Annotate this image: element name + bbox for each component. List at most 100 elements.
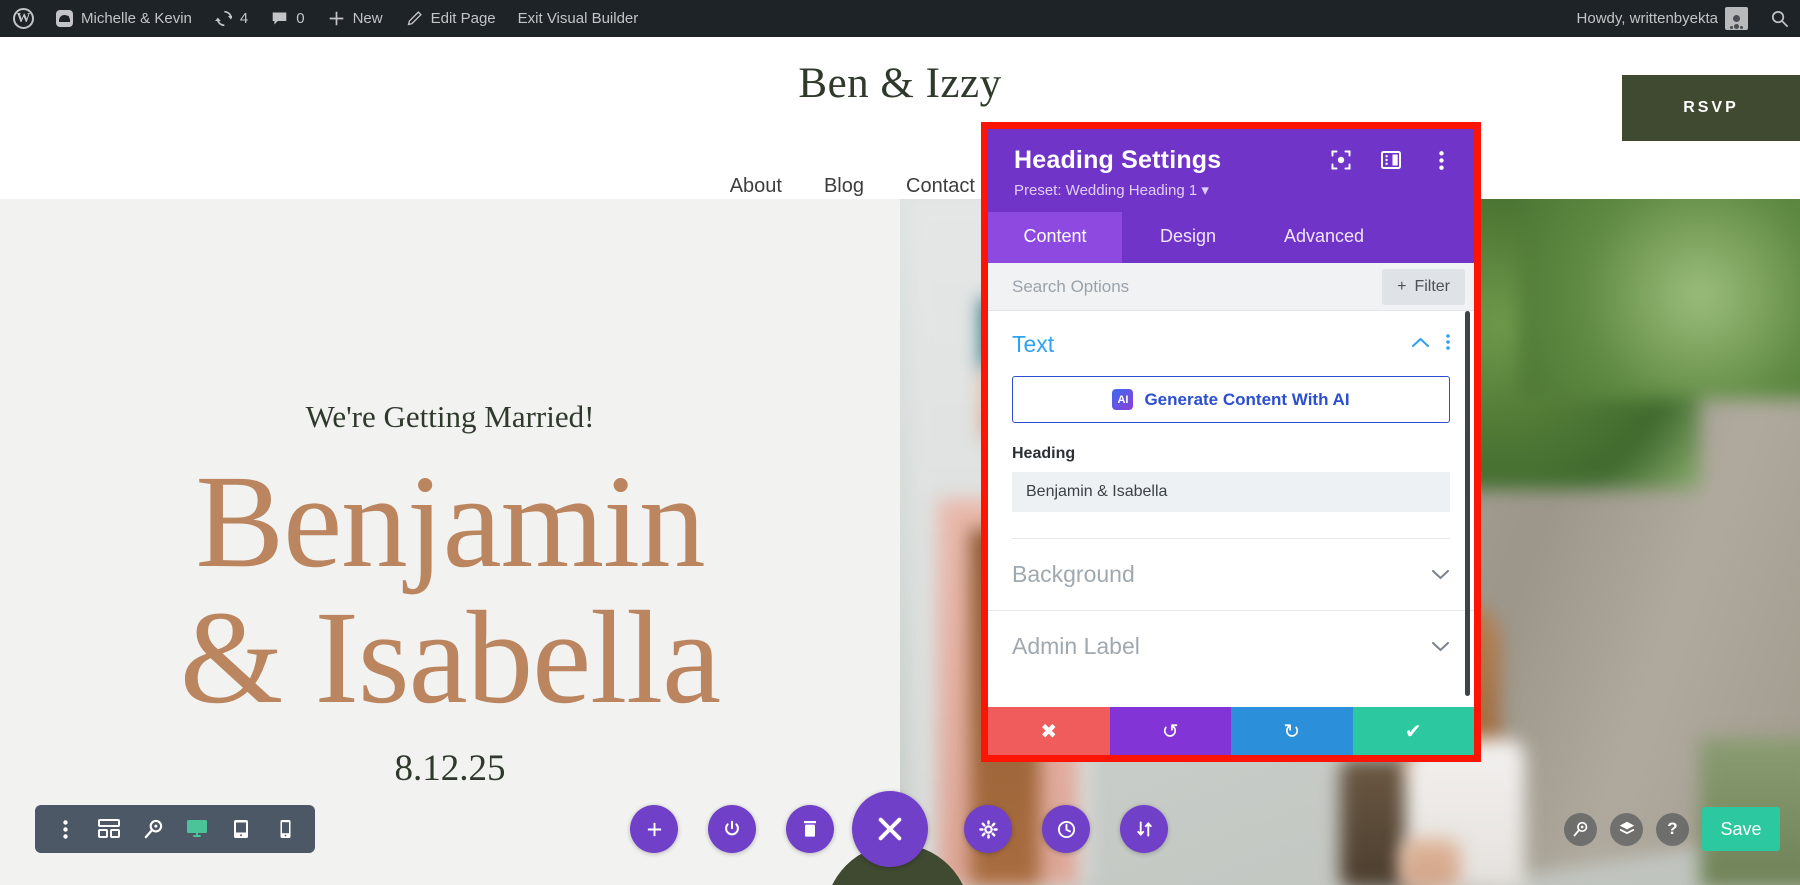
chevron-down-icon: ▾ — [1201, 182, 1209, 199]
zoom-icon[interactable] — [136, 812, 170, 846]
view-mode-toolbar — [35, 805, 315, 853]
nav-item-about[interactable]: About — [730, 175, 782, 198]
portability-icon[interactable] — [1120, 805, 1168, 853]
hero-section: We're Getting Married! Benjamin & Isabel… — [0, 199, 1800, 885]
modal-header: Heading Settings Preset: Wedding Heading… — [988, 129, 1474, 212]
power-button[interactable] — [708, 805, 756, 853]
add-module-button[interactable] — [630, 805, 678, 853]
rsvp-header-button[interactable]: RSVP — [1622, 75, 1800, 141]
hero-heading[interactable]: Benjamin & Isabella — [0, 454, 900, 725]
layout-icon[interactable] — [1380, 149, 1402, 171]
more-options-icon[interactable] — [48, 812, 82, 846]
modal-tabs: Content Design Advanced — [988, 212, 1474, 263]
site-preview: Ben & Izzy About Blog Contact Home RSVP — [0, 37, 1800, 885]
more-options-icon[interactable] — [1446, 334, 1450, 355]
layers-icon[interactable] — [1610, 813, 1643, 846]
heading-input[interactable] — [1012, 472, 1450, 512]
edit-page-label: Edit Page — [431, 10, 496, 27]
comments-menu[interactable]: 0 — [259, 0, 315, 37]
tab-advanced[interactable]: Advanced — [1254, 212, 1394, 263]
focus-icon[interactable] — [1330, 149, 1352, 171]
plus-icon — [327, 9, 346, 28]
background-section: Background — [988, 539, 1474, 611]
text-section-tools — [1411, 334, 1450, 355]
builder-right-controls: ? Save — [1564, 805, 1780, 853]
zoom-icon[interactable] — [1564, 813, 1597, 846]
hero-heading-line-2: & Isabella — [0, 590, 900, 726]
pencil-icon — [405, 9, 424, 28]
site-logo[interactable]: Ben & Izzy — [0, 59, 1800, 108]
updates-icon — [214, 9, 233, 28]
hero-kicker[interactable]: We're Getting Married! — [0, 399, 900, 435]
more-options-icon[interactable] — [1430, 149, 1452, 171]
admin-label-section-header[interactable]: Admin Label — [1012, 611, 1450, 682]
generate-ai-label: Generate Content With AI — [1144, 390, 1349, 410]
avatar — [1725, 7, 1748, 30]
hero-text-block: We're Getting Married! Benjamin & Isabel… — [0, 199, 900, 885]
trash-button[interactable] — [786, 805, 834, 853]
modal-search-row: + Filter — [988, 263, 1474, 311]
cancel-button[interactable]: ✖ — [988, 707, 1110, 755]
admin-label-section: Admin Label — [988, 611, 1474, 682]
chevron-up-icon[interactable] — [1411, 336, 1430, 354]
wp-logo-menu[interactable]: W — [0, 0, 44, 37]
heading-field-label: Heading — [1012, 445, 1450, 463]
admin-search-button[interactable] — [1759, 0, 1800, 37]
site-name-menu[interactable]: Michelle & Kevin — [44, 0, 203, 37]
search-icon — [1770, 9, 1789, 28]
text-section: Text AI Generate Content With AI Heading — [988, 311, 1474, 539]
modal-body: Text AI Generate Content With AI Heading — [988, 311, 1474, 707]
background-section-title: Background — [1012, 561, 1135, 588]
edit-page-menu[interactable]: Edit Page — [394, 0, 507, 37]
tablet-icon[interactable] — [224, 812, 258, 846]
modal-scrollbar-thumb[interactable] — [1465, 311, 1470, 696]
comments-count: 0 — [296, 10, 304, 27]
heading-settings-modal: Heading Settings Preset: Wedding Heading… — [981, 122, 1481, 762]
hero-heading-line-1: Benjamin — [0, 454, 900, 590]
howdy-user-menu[interactable]: Howdy, writtenbyekta — [1566, 0, 1759, 37]
exit-visual-builder-label: Exit Visual Builder — [518, 10, 639, 27]
plus-icon: + — [1397, 278, 1406, 296]
wireframe-icon[interactable] — [92, 812, 126, 846]
phone-icon[interactable] — [268, 812, 302, 846]
redo-button[interactable]: ↻ — [1231, 707, 1353, 755]
exit-visual-builder-link[interactable]: Exit Visual Builder — [507, 0, 650, 37]
history-icon[interactable] — [1042, 805, 1090, 853]
text-section-header[interactable]: Text — [1012, 311, 1450, 368]
nav-item-blog[interactable]: Blog — [824, 175, 864, 198]
hero-wedding-date[interactable]: 8.12.25 — [0, 747, 900, 790]
nav-item-contact[interactable]: Contact — [906, 175, 975, 198]
modal-scrollbar[interactable] — [1467, 311, 1472, 707]
admin-label-section-title: Admin Label — [1012, 633, 1140, 660]
generate-content-with-ai-button[interactable]: AI Generate Content With AI — [1012, 376, 1450, 423]
new-content-menu[interactable]: New — [316, 0, 394, 37]
filter-button[interactable]: + Filter — [1382, 269, 1465, 305]
background-toggle[interactable] — [1431, 568, 1450, 581]
builder-action-circles — [630, 805, 1150, 853]
save-button[interactable]: Save — [1702, 807, 1780, 851]
settings-icon[interactable] — [964, 805, 1012, 853]
dashboard-gauge-icon — [55, 9, 74, 28]
updates-count: 4 — [240, 10, 248, 27]
site-name-label: Michelle & Kevin — [81, 10, 192, 27]
modal-preset-label: Preset: Wedding Heading 1 — [1014, 182, 1197, 199]
howdy-label: Howdy, writtenbyekta — [1577, 10, 1718, 27]
new-content-label: New — [353, 10, 383, 27]
undo-button[interactable]: ↺ — [1110, 707, 1232, 755]
wordpress-logo-icon: W — [13, 8, 34, 29]
modal-action-bar: ✖ ↺ ↻ ✔ — [988, 707, 1474, 755]
modal-preset-selector[interactable]: Preset: Wedding Heading 1 ▾ — [1014, 181, 1452, 199]
modal-header-icons — [1330, 149, 1452, 171]
save-changes-button[interactable]: ✔ — [1353, 707, 1475, 755]
tab-design[interactable]: Design — [1122, 212, 1254, 263]
help-icon[interactable]: ? — [1656, 813, 1689, 846]
updates-menu[interactable]: 4 — [203, 0, 259, 37]
search-input[interactable] — [1012, 277, 1312, 297]
filter-label: Filter — [1414, 278, 1450, 296]
close-builder-button[interactable] — [852, 791, 928, 867]
admin-label-toggle[interactable] — [1431, 640, 1450, 653]
tab-content[interactable]: Content — [988, 212, 1122, 263]
background-section-header[interactable]: Background — [1012, 539, 1450, 610]
main-navigation: About Blog Contact Home — [0, 175, 1800, 198]
desktop-icon[interactable] — [180, 812, 214, 846]
